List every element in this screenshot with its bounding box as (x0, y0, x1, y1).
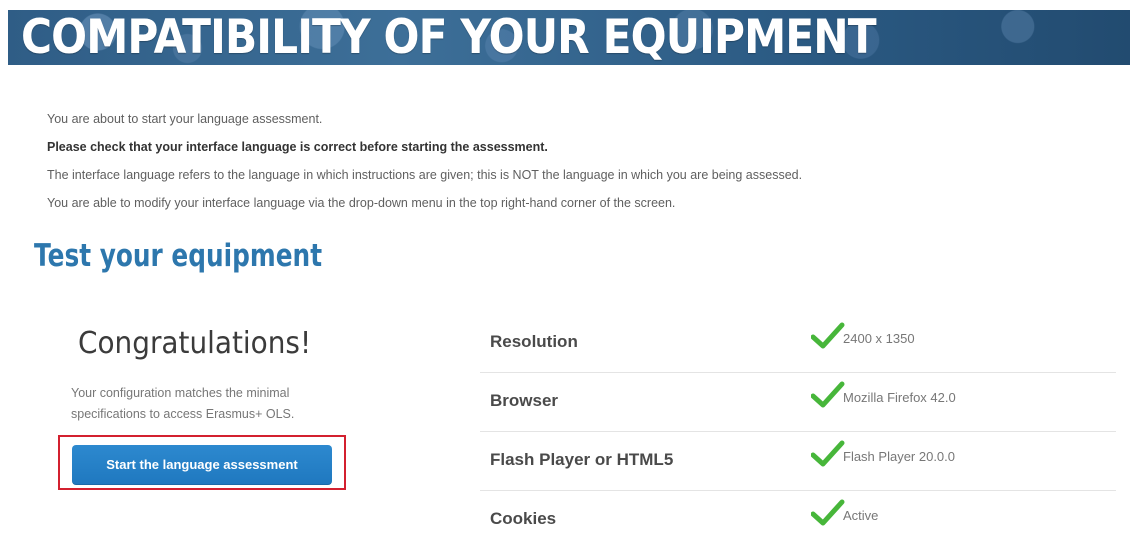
table-row: Browser Mozilla Firefox 42.0 (480, 373, 1116, 432)
row-value-flash: Flash Player 20.0.0 (843, 449, 956, 464)
check-icon (811, 440, 845, 467)
equipment-table: Resolution 2400 x 1350 Browser Mozilla F… (480, 314, 1116, 536)
intro-line: You are able to modify your interface la… (47, 196, 676, 210)
section-title: Test your equipment (34, 238, 323, 274)
row-label-flash: Flash Player or HTML5 (490, 450, 674, 469)
row-label-resolution: Resolution (490, 332, 578, 351)
intro-warning: Please check that your interface languag… (47, 140, 548, 154)
table-row: Flash Player or HTML5 Flash Player 20.0.… (480, 432, 1116, 491)
table-row: Cookies Active (480, 491, 1116, 536)
intro-text: You are about to start your language ass… (47, 105, 1067, 217)
row-label-browser: Browser (490, 391, 559, 410)
check-icon (811, 381, 845, 408)
intro-line: You are about to start your language ass… (47, 112, 323, 126)
row-label-cookies: Cookies (490, 509, 557, 528)
row-value-resolution: 2400 x 1350 (843, 331, 915, 346)
page-banner: COMPATIBILITY OF YOUR EQUIPMENT (8, 10, 1130, 65)
table-row: Resolution 2400 x 1350 (480, 314, 1116, 373)
start-assessment-button[interactable]: Start the language assessment (72, 445, 332, 485)
congratulations-heading: Congratulations! (78, 326, 312, 361)
check-icon (811, 499, 845, 526)
row-value-cookies: Active (843, 508, 879, 523)
row-value-browser: Mozilla Firefox 42.0 (843, 390, 956, 405)
configuration-message: Your configuration matches the minimal s… (71, 386, 295, 421)
intro-line: The interface language refers to the lan… (47, 168, 803, 182)
check-icon (811, 322, 845, 349)
banner-title: COMPATIBILITY OF YOUR EQUIPMENT (21, 10, 877, 65)
compatibility-page: COMPATIBILITY OF YOUR EQUIPMENT You are … (0, 0, 1131, 536)
